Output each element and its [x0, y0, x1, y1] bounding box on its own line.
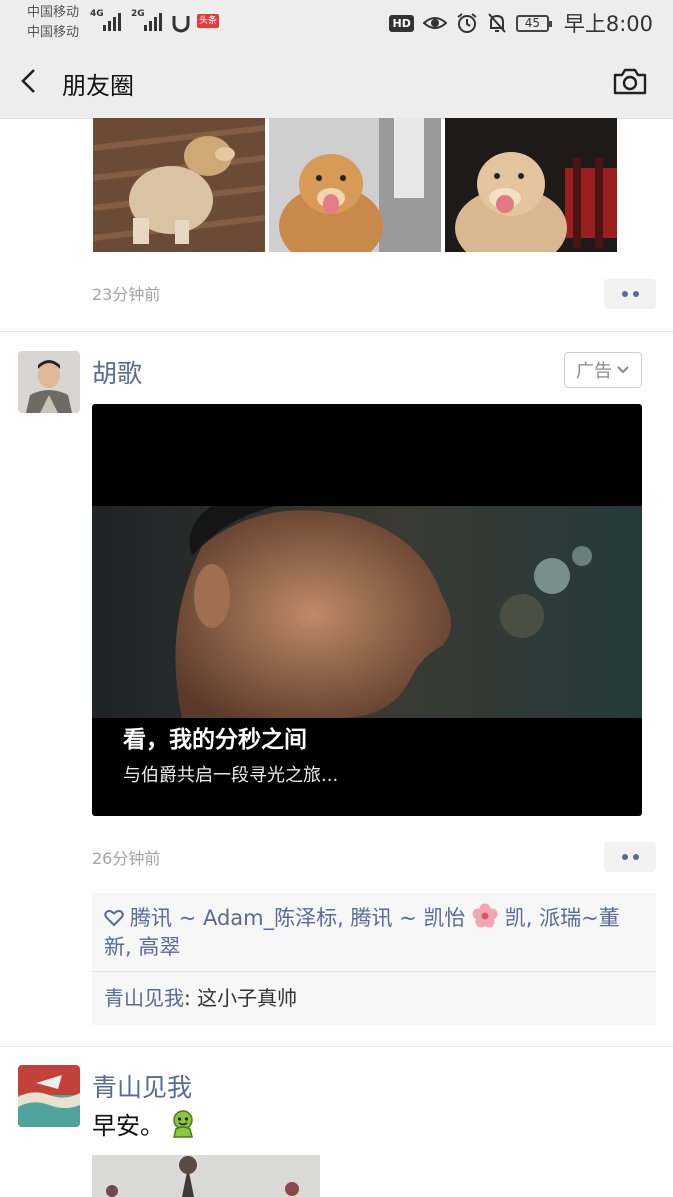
signal-icon-2: [144, 11, 162, 31]
post-text-content: 早安。: [92, 1112, 164, 1140]
alarm-icon: [457, 13, 477, 33]
chevron-left-icon[interactable]: [18, 68, 42, 94]
avatar-photo: [18, 1065, 80, 1127]
post-author[interactable]: 胡歌: [92, 354, 142, 390]
carrier-2: 中国移动: [27, 25, 80, 40]
post-photo-3[interactable]: [445, 118, 617, 252]
ad-label: 广告: [576, 361, 612, 382]
dog-photo-2: [269, 118, 441, 252]
dot-icon: [621, 854, 628, 860]
likes-comments-box: 腾讯 ~ Adam_陈泽标, 腾讯 ~ 凯怡 凯, 派瑞~董新, 高翠 青山见我…: [92, 893, 656, 1025]
comment[interactable]: 青山见我: 这小子真帅: [104, 982, 297, 1011]
signal-icon-1: [103, 11, 121, 31]
network-type-1: 4G: [90, 9, 104, 19]
ad-label-button[interactable]: 广告: [564, 352, 642, 388]
video-title: 看，我的分秒之间: [123, 727, 307, 753]
ad-video[interactable]: 看，我的分秒之间 与伯爵共启一段寻光之旅...: [92, 404, 642, 816]
avatar-photo: [18, 351, 80, 413]
chevron-down-icon: [617, 366, 629, 374]
dot-icon: [632, 291, 639, 297]
dog-photo-3: [445, 118, 617, 252]
likes-list[interactable]: 腾讯 ~ Adam_陈泽标, 腾讯 ~ 凯怡 凯, 派瑞~董新, 高翠: [104, 903, 634, 962]
carrier-1: 中国移动: [27, 5, 80, 20]
post-photo-2[interactable]: [269, 118, 441, 252]
post-time: 26分钟前: [92, 849, 161, 868]
post-author[interactable]: 青山见我: [92, 1068, 192, 1104]
likes-divider: [92, 971, 656, 972]
shield-icon: [172, 16, 190, 33]
post-photo-1[interactable]: [93, 118, 265, 252]
comment-author[interactable]: 青山见我: [104, 986, 184, 1010]
video-frame: [92, 506, 642, 718]
dot-icon: [632, 854, 639, 860]
app-badge: 头条: [197, 14, 219, 28]
flower-icon: [472, 903, 498, 928]
tree-photo: [92, 1155, 320, 1197]
nav-bar: 朋友圈: [0, 46, 673, 119]
post-divider: [0, 1046, 673, 1047]
camera-icon[interactable]: [612, 66, 648, 96]
post-divider: [0, 331, 673, 332]
avatar[interactable]: [18, 351, 80, 413]
dot-icon: [621, 291, 628, 297]
dog-photo-1: [93, 118, 265, 252]
avatar[interactable]: [18, 1065, 80, 1127]
more-button[interactable]: [604, 842, 656, 872]
comment-text: 这小子真帅: [197, 986, 298, 1010]
network-type-2: 2G: [131, 9, 145, 19]
video-subtitle: 与伯爵共启一段寻光之旅...: [123, 765, 339, 786]
mute-bell-icon: [488, 13, 506, 33]
page-title: 朋友圈: [62, 72, 134, 100]
post-text: 早安。: [92, 1106, 198, 1141]
post-photo[interactable]: [92, 1155, 320, 1197]
heart-icon: [104, 910, 124, 927]
battery-icon: 45: [515, 14, 552, 32]
likes-names-part1: 腾讯 ~ Adam_陈泽标, 腾讯 ~ 凯怡: [130, 906, 466, 930]
eye-icon: [422, 17, 447, 29]
battery-level: 45: [524, 16, 540, 30]
more-button[interactable]: [604, 279, 656, 309]
post-time: 23分钟前: [92, 285, 161, 304]
status-time: 早上8:00: [563, 12, 653, 36]
smiley-emoji-icon: [173, 1109, 193, 1138]
status-icons: HD 45 早上8:00: [389, 10, 653, 36]
status-bar: 中国移动 中国移动 4G 2G 头条 HD 45 早上8:00: [0, 0, 673, 46]
hd-icon: HD: [389, 14, 414, 32]
comment-separator: :: [184, 986, 198, 1010]
